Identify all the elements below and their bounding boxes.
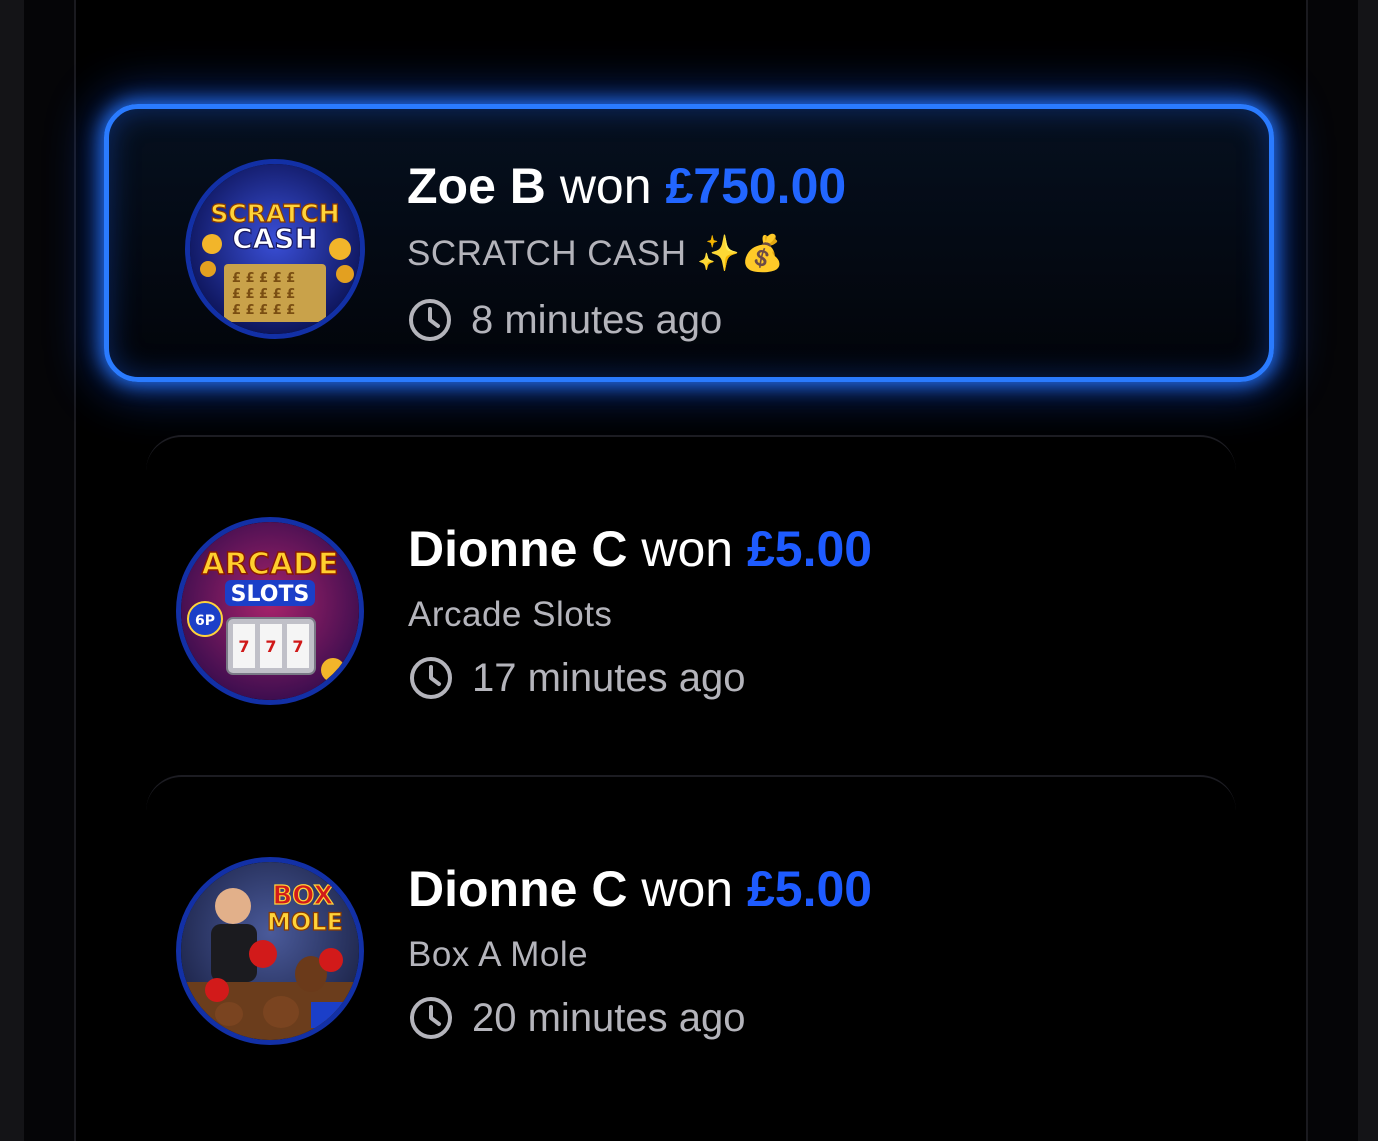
arcade-slots-thumbnail[interactable]: ARCADE SLOTS 6P 7 7 7 bbox=[176, 517, 364, 705]
won-word: won bbox=[641, 521, 734, 577]
arcade-slots-art: ARCADE SLOTS 6P 7 7 7 bbox=[181, 522, 359, 700]
scratch-cash-thumbnail[interactable]: SCRATCH CASH £ £ £ £ £ £ £ £ £ £ £ £ £ £… bbox=[185, 159, 365, 339]
clock-icon bbox=[410, 657, 452, 699]
clock-icon bbox=[409, 299, 451, 341]
time-ago: 8 minutes ago bbox=[471, 297, 723, 342]
box-a-mole-thumbnail[interactable]: BOX MOLE bbox=[176, 857, 364, 1045]
svg-text:£ £ £ £ £: £ £ £ £ £ bbox=[232, 287, 295, 302]
won-word: won bbox=[559, 158, 652, 214]
game-name[interactable]: SCRATCH CASH ✨💰 bbox=[407, 233, 785, 274]
time-ago: 17 minutes ago bbox=[472, 655, 746, 700]
time-row: 17 minutes ago bbox=[408, 655, 746, 701]
svg-text:7: 7 bbox=[238, 637, 249, 656]
svg-text:CASH: CASH bbox=[232, 222, 318, 255]
win-card[interactable]: ARCADE SLOTS 6P 7 7 7 Dionne C won £5.00… bbox=[146, 435, 1236, 765]
svg-text:7: 7 bbox=[265, 637, 276, 656]
time-ago: 20 minutes ago bbox=[472, 995, 746, 1040]
game-name[interactable]: Arcade Slots bbox=[408, 595, 612, 635]
svg-text:£ £ £ £ £: £ £ £ £ £ bbox=[232, 303, 295, 318]
winner-line: Dionne C won £5.00 bbox=[408, 520, 872, 578]
svg-text:BOX: BOX bbox=[272, 881, 333, 911]
time-row: 20 minutes ago bbox=[408, 995, 746, 1041]
recent-wins-page: SCRATCH CASH £ £ £ £ £ £ £ £ £ £ £ £ £ £… bbox=[0, 0, 1378, 1141]
win-amount: £5.00 bbox=[746, 521, 873, 577]
player-name: Dionne C bbox=[408, 861, 628, 917]
win-amount: £750.00 bbox=[665, 158, 847, 214]
svg-text:ARCADE: ARCADE bbox=[202, 547, 339, 582]
svg-text:6P: 6P bbox=[195, 613, 215, 629]
box-a-mole-art: BOX MOLE bbox=[181, 862, 359, 1040]
win-card[interactable]: BOX MOLE Dionne C won £5.00 Box A Mole 2… bbox=[146, 775, 1236, 1105]
svg-text:MOLE: MOLE bbox=[267, 908, 343, 936]
win-card-featured[interactable]: SCRATCH CASH £ £ £ £ £ £ £ £ £ £ £ £ £ £… bbox=[104, 104, 1274, 382]
winner-line: Zoe B won £750.00 bbox=[407, 157, 846, 215]
player-name: Zoe B bbox=[407, 158, 546, 214]
time-row: 8 minutes ago bbox=[407, 297, 722, 343]
winner-line: Dionne C won £5.00 bbox=[408, 860, 872, 918]
scratch-cash-art: SCRATCH CASH £ £ £ £ £ £ £ £ £ £ £ £ £ £… bbox=[190, 164, 360, 334]
game-name[interactable]: Box A Mole bbox=[408, 935, 588, 975]
clock-icon bbox=[410, 997, 452, 1039]
won-word: won bbox=[641, 861, 734, 917]
svg-text:£ £ £ £ £: £ £ £ £ £ bbox=[232, 271, 295, 286]
player-name: Dionne C bbox=[408, 521, 628, 577]
win-amount: £5.00 bbox=[746, 861, 873, 917]
svg-text:7: 7 bbox=[292, 637, 303, 656]
svg-text:SLOTS: SLOTS bbox=[231, 582, 310, 607]
